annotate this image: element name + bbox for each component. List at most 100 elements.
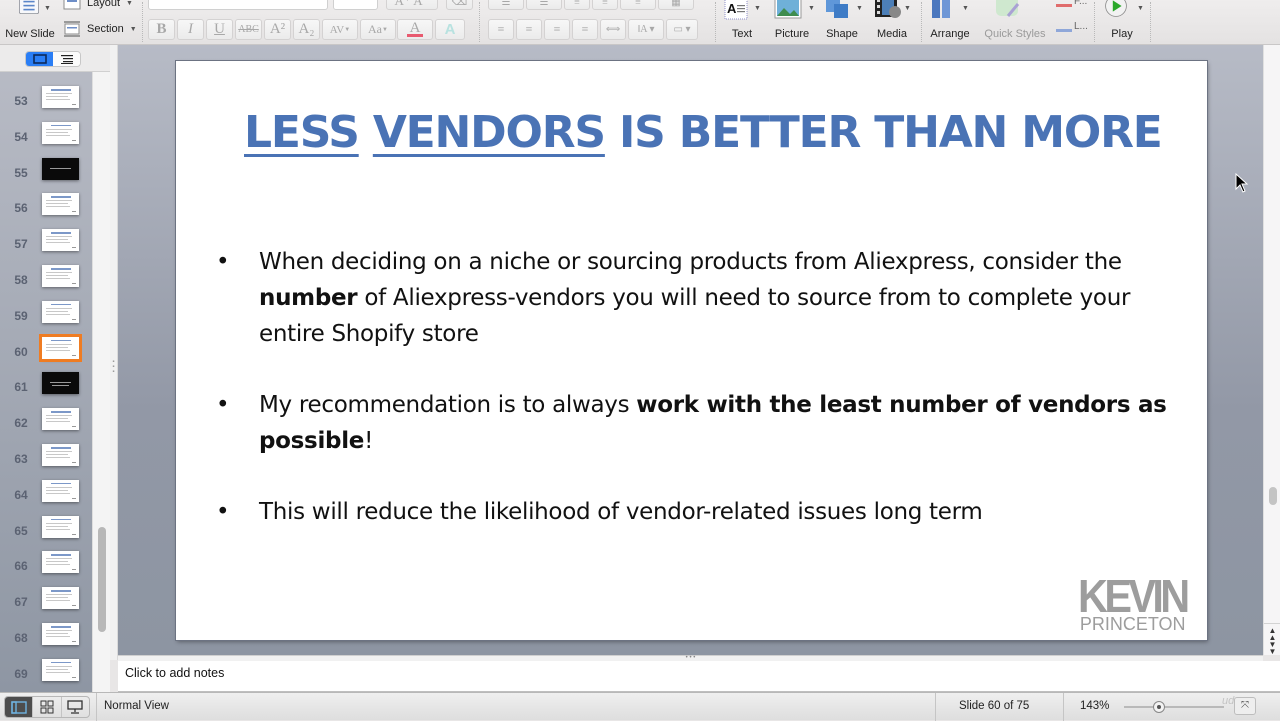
bullet-text: This will reduce the likelihood of vendo… [259, 499, 983, 525]
align-center-button[interactable]: ≡ [516, 19, 542, 40]
columns-button[interactable]: ▦ [658, 0, 694, 10]
slide-thumbnail-row[interactable]: 67 [0, 587, 92, 617]
thumbnail-scroll-knob[interactable] [98, 527, 106, 632]
numbering-button[interactable]: ☰ [526, 0, 562, 10]
section-button[interactable]: Section ▼ [63, 21, 137, 37]
slide-thumbnail-row[interactable]: 56 [0, 193, 92, 223]
slide-thumbnail[interactable] [42, 551, 79, 574]
slide-thumbnail[interactable] [42, 121, 79, 144]
slide-number: 67 [14, 595, 28, 610]
align-left-button[interactable]: ≡ [488, 19, 514, 40]
slide-thumbnail-row[interactable]: 68 [0, 623, 92, 653]
slide-thumbnail-row[interactable]: 59 [0, 300, 92, 331]
text-effects-button[interactable]: A [435, 19, 465, 40]
shape-label: Shape [826, 28, 858, 40]
current-slide[interactable]: LESS VENDORS IS BETTER THAN MORE • When d… [176, 61, 1207, 640]
slide-thumbnail-row[interactable]: 66 [0, 551, 92, 581]
slides-view-toggle[interactable] [26, 52, 53, 66]
slide-thumbnail-row[interactable]: 69 [0, 658, 92, 689]
slide-thumbnail[interactable] [42, 479, 79, 502]
slide-thumbnail-row[interactable]: 62 [0, 408, 92, 438]
align-text-button[interactable]: ▭ ▾ [666, 19, 698, 40]
new-slide-dropdown-icon[interactable]: ▼ [44, 5, 51, 12]
quick-styles-button[interactable]: Quick Styles [980, 0, 1050, 44]
pane-splitter[interactable]: ▪ ▪ ▪ [110, 45, 118, 660]
fit-to-window-button[interactable]: ⤧ [1234, 697, 1256, 715]
bullets-button[interactable]: ☰ [488, 0, 524, 10]
slide-thumbnail[interactable] [42, 157, 79, 180]
next-slide-icon[interactable]: ▼ ▼ [1269, 640, 1277, 656]
font-name-field[interactable] [148, 0, 328, 10]
slide-thumbnail[interactable] [42, 408, 79, 431]
slide-thumbnail[interactable] [42, 229, 79, 252]
play-dropdown-icon[interactable]: ▼ [1137, 5, 1144, 12]
text-direction-button[interactable]: ‖A ▾ [628, 19, 664, 40]
slide-show-button[interactable] [62, 697, 89, 717]
notes-pane[interactable]: Click to add notes [118, 661, 1280, 692]
slide-thumbnail[interactable] [42, 515, 79, 538]
align-right-button[interactable]: ≡ [544, 19, 570, 40]
thumbnail-scrollbar[interactable] [92, 72, 110, 692]
slide-thumbnail[interactable] [42, 193, 79, 216]
slide-thumbnail-row[interactable]: 60 [0, 333, 92, 367]
slide-thumbnail-selected[interactable] [39, 333, 82, 362]
slide-thumbnail-row[interactable]: 53 [0, 86, 92, 116]
notes-placeholder[interactable]: Click to add notes [125, 666, 224, 680]
slide-sorter-icon [40, 700, 54, 714]
subscript-button[interactable]: A₂ [293, 19, 320, 40]
view-name-label: Normal View [104, 700, 169, 712]
slide-thumbnail[interactable] [42, 587, 79, 610]
superscript-button[interactable]: A² [264, 19, 291, 40]
slide-title[interactable]: LESS VENDORS IS BETTER THAN MORE [244, 107, 1163, 158]
slide-thumbnail[interactable] [42, 444, 79, 466]
slide-body[interactable]: • When deciding on a niche or sourcing pr… [216, 244, 1176, 565]
slide-sorter-button[interactable] [33, 697, 62, 717]
shape-line-button[interactable]: L... [1056, 20, 1088, 32]
zoom-slider-knob[interactable] [1153, 701, 1165, 713]
slide-thumbnail[interactable] [42, 372, 79, 395]
line-spacing-button[interactable]: ≡ [620, 0, 656, 10]
text-dropdown-icon[interactable]: ▼ [754, 5, 761, 12]
clear-format-button[interactable]: ⌫ [446, 0, 473, 10]
shape-dropdown-icon[interactable]: ▼ [856, 5, 863, 12]
media-dropdown-icon[interactable]: ▼ [904, 5, 911, 12]
slide-thumbnail-row[interactable]: 65 [0, 515, 92, 546]
picture-dropdown-icon[interactable]: ▼ [808, 5, 815, 12]
font-size-field[interactable] [333, 0, 378, 10]
italic-button[interactable]: I [177, 19, 204, 40]
font-grow-shrink-buttons[interactable]: A⁺ A⁻ [386, 0, 438, 10]
slide-thumbnail-row[interactable]: 55 [0, 157, 92, 188]
zoom-slider[interactable] [1124, 701, 1224, 713]
slide-scroll-knob[interactable] [1269, 487, 1277, 505]
slide-thumbnail-row[interactable]: 64 [0, 479, 92, 510]
normal-view-button[interactable] [5, 697, 34, 717]
justify-button[interactable]: ≡ [572, 19, 598, 40]
outline-view-toggle[interactable] [53, 52, 80, 66]
layout-button[interactable]: Layout ▼ [63, 0, 133, 10]
slide-thumbnail[interactable] [42, 86, 79, 108]
slide-thumbnail[interactable] [42, 623, 79, 645]
slide-thumbnail-row[interactable]: 58 [0, 265, 92, 295]
strikethrough-button[interactable]: ABC [235, 19, 262, 40]
slide-thumbnail[interactable] [42, 658, 79, 681]
bold-button[interactable]: B [148, 19, 175, 40]
change-case-button[interactable]: Aa ▼ [360, 19, 396, 40]
layout-dropdown-icon: ▼ [126, 0, 133, 7]
slide-thumbnail-row[interactable]: 61 [0, 372, 92, 402]
underline-button[interactable]: U [206, 19, 233, 40]
distribute-button[interactable]: ⟺ [600, 19, 626, 40]
decrease-indent-button[interactable]: ≡ [564, 0, 590, 10]
character-spacing-button[interactable]: AV ▼ [322, 19, 358, 40]
slide-thumbnail-row[interactable]: 57 [0, 229, 92, 259]
slide-thumbnail[interactable] [42, 300, 79, 323]
prev-next-slide-buttons[interactable]: ▲ ▲ ▼ ▼ [1264, 623, 1280, 656]
arrange-dropdown-icon[interactable]: ▼ [962, 5, 969, 12]
shape-fill-button[interactable]: F... [1056, 0, 1087, 7]
increase-indent-button[interactable]: ≡ [592, 0, 618, 10]
zoom-level[interactable]: 143% [1080, 700, 1109, 712]
slide-scrollbar[interactable]: ▲ ▲ ▼ ▼ [1263, 45, 1280, 656]
slide-thumbnail-row[interactable]: 63 [0, 444, 92, 474]
font-color-button[interactable]: A [397, 19, 433, 40]
slide-thumbnail-row[interactable]: 54 [0, 121, 92, 152]
slide-thumbnail[interactable] [42, 265, 79, 287]
